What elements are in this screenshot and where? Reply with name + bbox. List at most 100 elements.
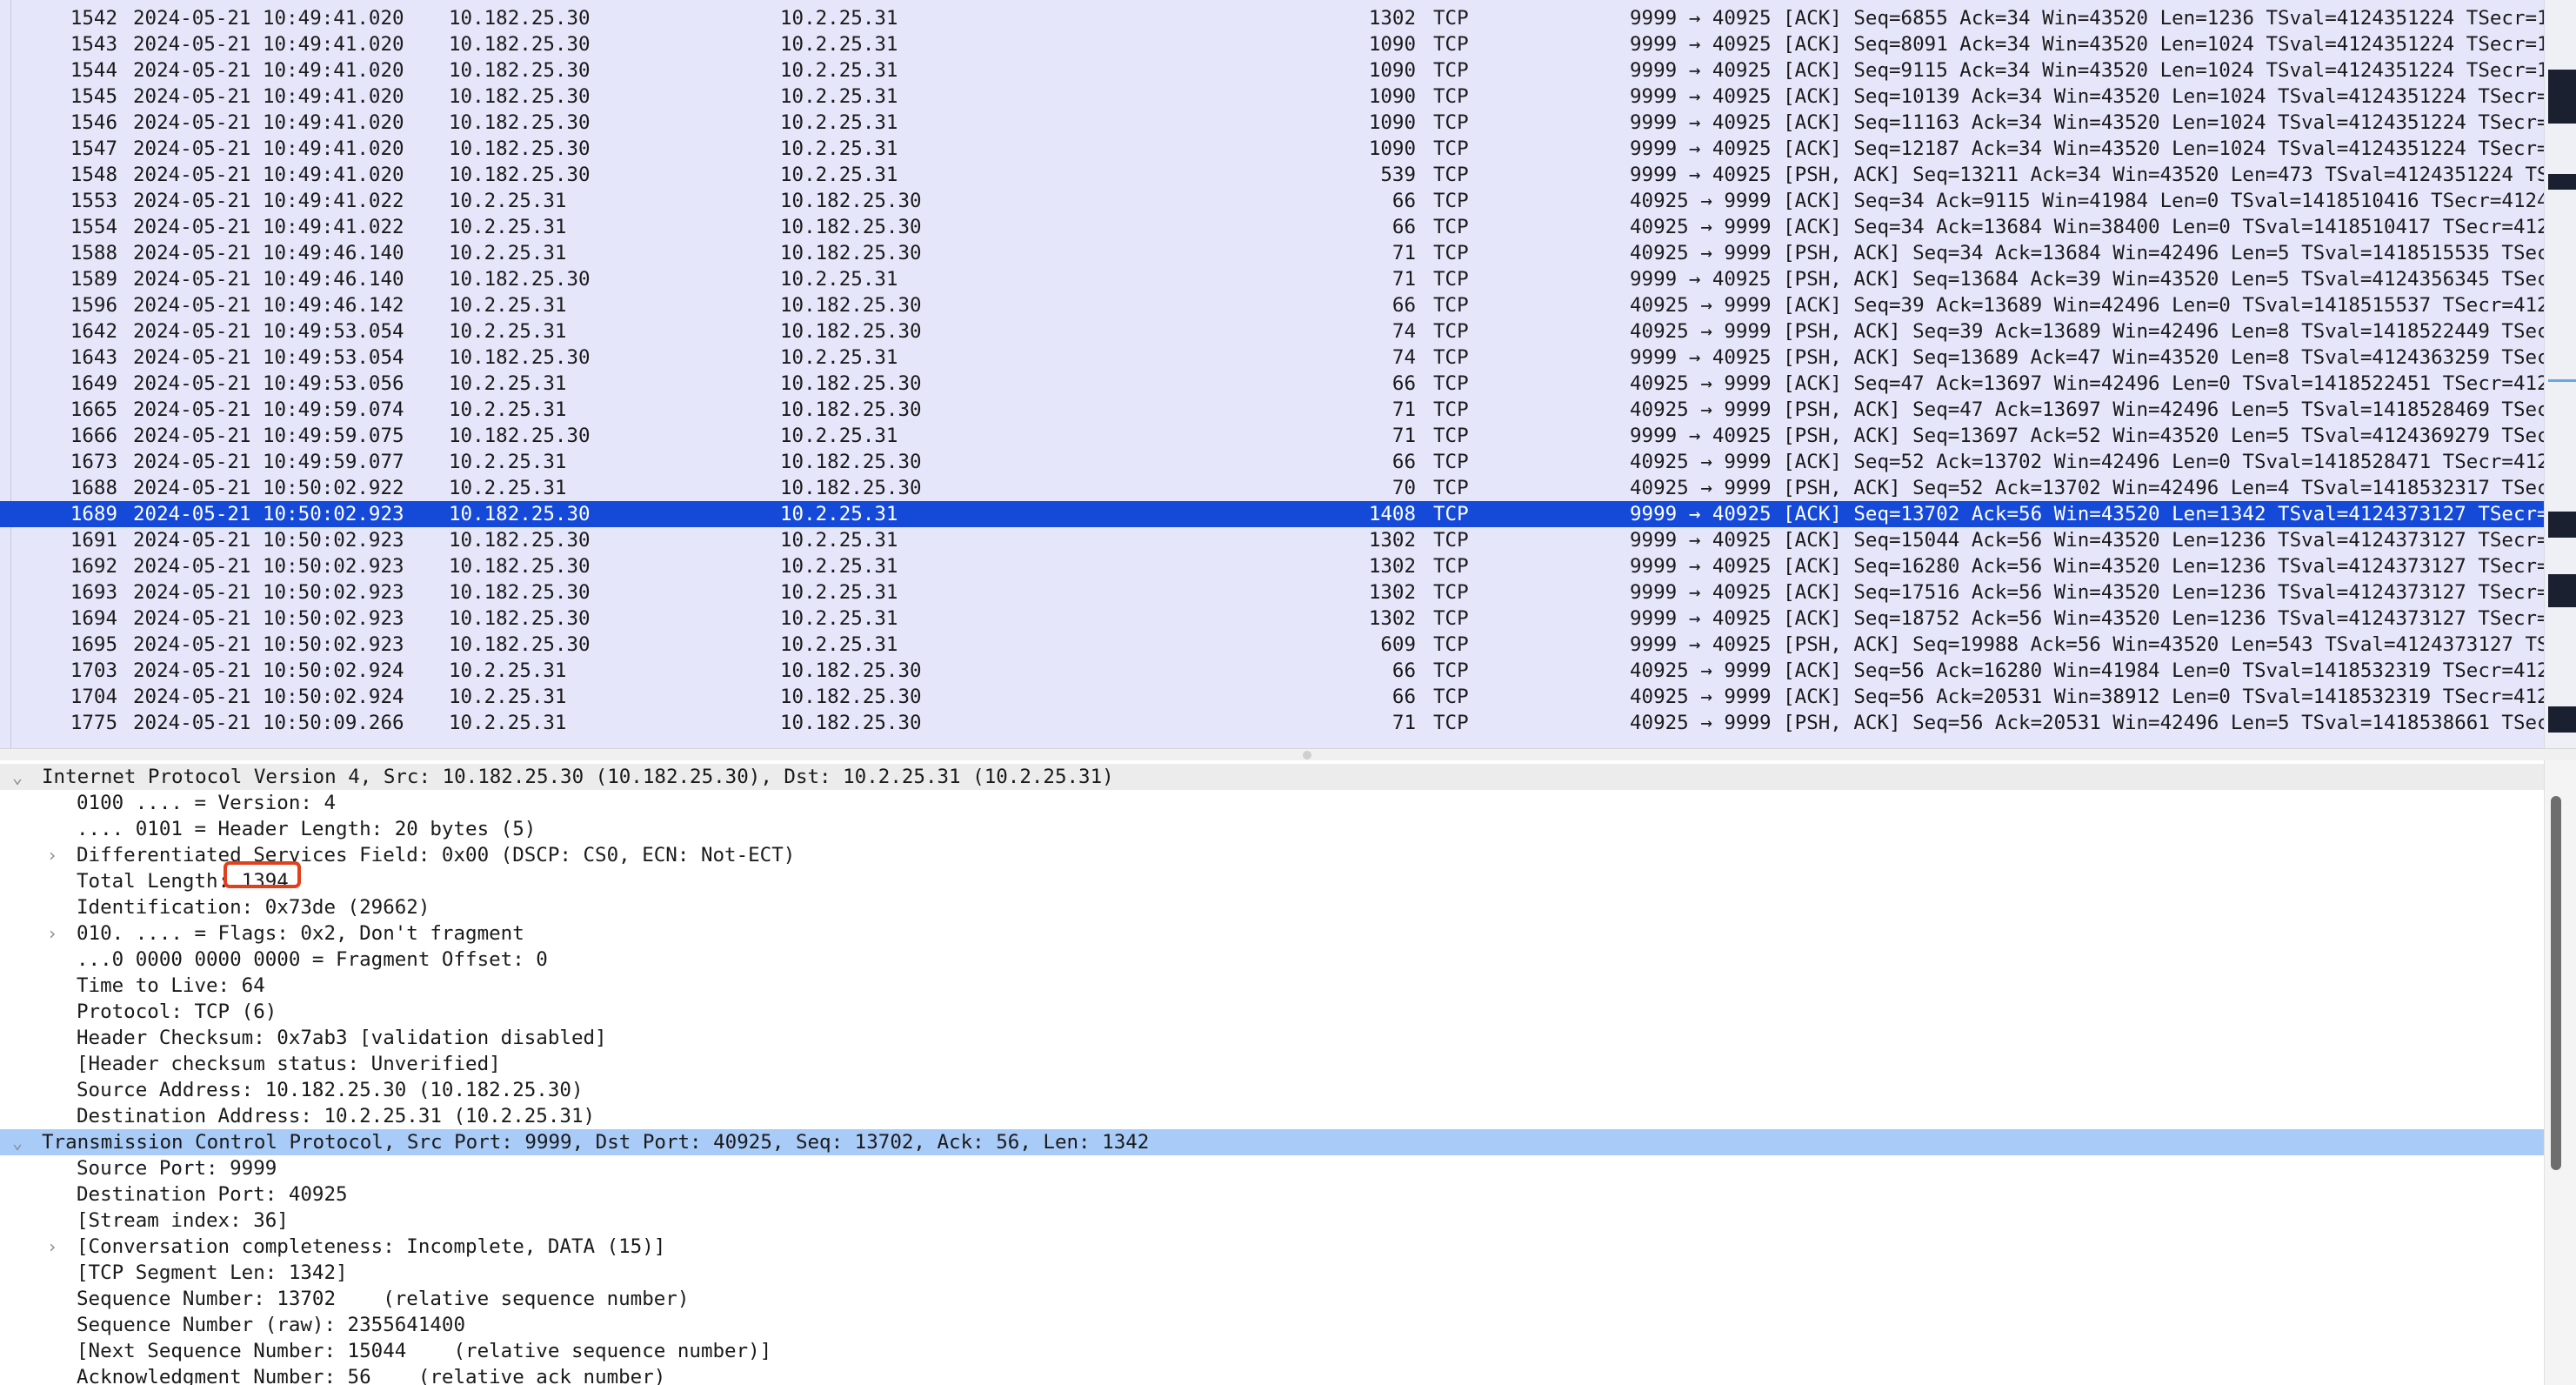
packet-no-cell: 1666 (70, 425, 117, 447)
packet-row[interactable]: 1544 2024-05-21 10:49:41.020 10.182.25.30 1… (0, 57, 2544, 84)
packet-no-cell: 1589 (70, 268, 117, 291)
packet-time-cell: 2024-05-21 10:49:41.020 (133, 111, 404, 134)
detail-row-tcp-conversation-completeness[interactable]: › [Conversation completeness: Incomplete,… (0, 1234, 2544, 1260)
detail-row-ip-ttl[interactable]: Time to Live: 64 (0, 973, 2544, 999)
packet-row[interactable]: 1692 2024-05-21 10:50:02.923 10.182.25.30 1… (0, 553, 2544, 579)
packet-len-cell: 1090 (1368, 137, 1416, 160)
packet-proto-cell: TCP (1433, 85, 1469, 108)
packet-row[interactable]: 1649 2024-05-21 10:49:53.056 10.2.25.31 10.… (0, 371, 2544, 397)
detail-row-ip-checksum[interactable]: Header Checksum: 0x7ab3 [validation disa… (0, 1025, 2544, 1051)
chevron-right-icon[interactable]: › (42, 920, 63, 947)
packet-info-cell: 9999 → 40925 [ACK] Seq=8091 Ack=34 Win=4… (1630, 33, 2544, 56)
detail-row-ip-version[interactable]: 0100 .... = Version: 4 (0, 790, 2544, 816)
packet-details-pane[interactable]: ⌄ Internet Protocol Version 4, Src: 10.18… (0, 760, 2576, 1385)
detail-row-ip-header[interactable]: ⌄ Internet Protocol Version 4, Src: 10.18… (0, 764, 2544, 790)
packet-dst-cell: 10.2.25.31 (780, 111, 898, 134)
packet-info-cell: 40925 → 9999 [ACK] Seq=34 Ack=13684 Win=… (1630, 216, 2544, 238)
packet-time-cell: 2024-05-21 10:49:46.140 (133, 268, 404, 291)
packet-row[interactable]: 1691 2024-05-21 10:50:02.923 10.182.25.30 1… (0, 527, 2544, 553)
detail-row-ip-destination-address[interactable]: Destination Address: 10.2.25.31 (10.2.25… (0, 1103, 2544, 1129)
packet-proto-cell: TCP (1433, 7, 1469, 30)
detail-row-ip-total-length[interactable]: Total Length: 1394 (0, 868, 2544, 894)
packet-dst-cell: 10.182.25.30 (780, 398, 922, 421)
chevron-down-icon[interactable]: ⌄ (7, 1129, 28, 1155)
packet-time-cell: 2024-05-21 10:50:02.922 (133, 477, 404, 499)
packet-list[interactable]: 1542 2024-05-21 10:49:41.020 10.182.25.30 1… (0, 0, 2576, 748)
packet-info-cell: 9999 → 40925 [PSH, ACK] Seq=13211 Ack=34… (1630, 164, 2544, 186)
packet-src-cell: 10.2.25.31 (449, 294, 567, 317)
detail-row-tcp-next-seq[interactable]: [Next Sequence Number: 15044 (relative s… (0, 1338, 2544, 1364)
packet-no-cell: 1543 (70, 33, 117, 56)
detail-text: 010. .... = Flags: 0x2, Don't fragment (77, 922, 524, 945)
packet-row[interactable]: 1589 2024-05-21 10:49:46.140 10.182.25.30 1… (0, 266, 2544, 292)
detail-row-tcp-destination-port[interactable]: Destination Port: 40925 (0, 1181, 2544, 1208)
packet-len-cell: 1090 (1368, 59, 1416, 82)
packet-proto-cell: TCP (1433, 294, 1469, 317)
packet-row[interactable]: 1695 2024-05-21 10:50:02.923 10.182.25.30 1… (0, 632, 2544, 658)
chevron-down-icon[interactable]: ⌄ (7, 764, 28, 790)
detail-row-tcp-ack[interactable]: Acknowledgment Number: 56 (relative ack … (0, 1364, 2544, 1385)
packet-dst-cell: 10.182.25.30 (780, 686, 922, 708)
packet-row-selected[interactable]: 1689 2024-05-21 10:50:02.923 10.182.25.30 1… (0, 501, 2544, 527)
detail-row-tcp-source-port[interactable]: Source Port: 9999 (0, 1155, 2544, 1181)
splitter-handle[interactable] (1303, 751, 1311, 759)
detail-row-ip-fragment-offset[interactable]: ...0 0000 0000 0000 = Fragment Offset: 0 (0, 947, 2544, 973)
detail-row-ip-checksum-status[interactable]: [Header checksum status: Unverified] (0, 1051, 2544, 1077)
packet-row[interactable]: 1694 2024-05-21 10:50:02.923 10.182.25.30 1… (0, 606, 2544, 632)
packet-row[interactable]: 1588 2024-05-21 10:49:46.140 10.2.25.31 10.… (0, 240, 2544, 266)
packet-row[interactable]: 1643 2024-05-21 10:49:53.054 10.182.25.30 1… (0, 345, 2544, 371)
packet-row[interactable]: 1688 2024-05-21 10:50:02.922 10.2.25.31 10.… (0, 475, 2544, 501)
detail-text: Source Port: 9999 (77, 1157, 277, 1180)
detail-text: [Conversation completeness: Incomplete, … (77, 1235, 666, 1258)
packet-row[interactable]: 1704 2024-05-21 10:50:02.924 10.2.25.31 10.… (0, 684, 2544, 710)
packet-row[interactable]: 1553 2024-05-21 10:49:41.022 10.2.25.31 10.… (0, 188, 2544, 214)
detail-row-tcp-header[interactable]: ⌄ Transmission Control Protocol, Src Port… (0, 1129, 2544, 1155)
packet-row[interactable]: 1673 2024-05-21 10:49:59.077 10.2.25.31 10.… (0, 449, 2544, 475)
details-scrollbar-thumb[interactable] (2551, 796, 2561, 1170)
packet-info-cell: 40925 → 9999 [PSH, ACK] Seq=39 Ack=13689… (1630, 320, 2544, 343)
packet-row[interactable]: 1545 2024-05-21 10:49:41.020 10.182.25.30 1… (0, 84, 2544, 110)
detail-row-tcp-stream-index[interactable]: [Stream index: 36] (0, 1208, 2544, 1234)
detail-row-ip-protocol[interactable]: Protocol: TCP (6) (0, 999, 2544, 1025)
detail-text: Internet Protocol Version 4, Src: 10.182… (42, 766, 1114, 788)
packet-src-cell: 10.182.25.30 (449, 33, 591, 56)
packet-row[interactable]: 1665 2024-05-21 10:49:59.074 10.2.25.31 10.… (0, 397, 2544, 423)
detail-text: ...0 0000 0000 0000 = Fragment Offset: 0 (77, 948, 548, 971)
packet-row[interactable]: 1548 2024-05-21 10:49:41.020 10.182.25.30 1… (0, 162, 2544, 188)
packet-row[interactable]: 1542 2024-05-21 10:49:41.020 10.182.25.30 1… (0, 5, 2544, 31)
packet-proto-cell: TCP (1433, 712, 1469, 734)
detail-text: [Next Sequence Number: 15044 (relative s… (77, 1340, 772, 1362)
packet-dst-cell: 10.182.25.30 (780, 659, 922, 682)
annotation-highlight-box (224, 861, 301, 888)
packet-row[interactable]: 1666 2024-05-21 10:49:59.075 10.182.25.30 1… (0, 423, 2544, 449)
packet-row[interactable]: 1546 2024-05-21 10:49:41.020 10.182.25.30 1… (0, 110, 2544, 136)
detail-row-tcp-segment-len[interactable]: [TCP Segment Len: 1342] (0, 1260, 2544, 1286)
packet-row[interactable]: 1775 2024-05-21 10:50:09.266 10.2.25.31 10.… (0, 710, 2544, 736)
chevron-right-icon[interactable]: › (42, 1234, 63, 1260)
packet-len-cell: 1302 (1368, 581, 1416, 604)
packet-row[interactable]: 1547 2024-05-21 10:49:41.020 10.182.25.30 1… (0, 136, 2544, 162)
packet-len-cell: 1302 (1368, 529, 1416, 552)
packet-row[interactable]: 1554 2024-05-21 10:49:41.022 10.2.25.31 10.… (0, 214, 2544, 240)
detail-row-ip-header-length[interactable]: .... 0101 = Header Length: 20 bytes (5) (0, 816, 2544, 842)
packet-info-cell: 9999 → 40925 [PSH, ACK] Seq=13684 Ack=39… (1630, 268, 2544, 291)
packet-time-cell: 2024-05-21 10:49:59.074 (133, 398, 404, 421)
chevron-right-icon[interactable]: › (42, 842, 63, 868)
detail-row-tcp-seq[interactable]: Sequence Number: 13702 (relative sequenc… (0, 1286, 2544, 1312)
detail-row-tcp-seq-raw[interactable]: Sequence Number (raw): 2355641400 (0, 1312, 2544, 1338)
detail-row-ip-source-address[interactable]: Source Address: 10.182.25.30 (10.182.25.… (0, 1077, 2544, 1103)
packet-proto-cell: TCP (1433, 242, 1469, 264)
packet-info-cell: 40925 → 9999 [PSH, ACK] Seq=56 Ack=20531… (1630, 712, 2544, 734)
packet-proto-cell: TCP (1433, 607, 1469, 630)
packet-row[interactable]: 1693 2024-05-21 10:50:02.923 10.182.25.30 1… (0, 579, 2544, 606)
detail-row-ip-identification[interactable]: Identification: 0x73de (29662) (0, 894, 2544, 920)
packet-row[interactable]: 1543 2024-05-21 10:49:41.020 10.182.25.30 1… (0, 31, 2544, 57)
detail-row-ip-dsfield[interactable]: › Differentiated Services Field: 0x00 (DS… (0, 842, 2544, 868)
packet-row[interactable]: 1703 2024-05-21 10:50:02.924 10.2.25.31 10.… (0, 658, 2544, 684)
packet-len-cell: 71 (1391, 268, 1416, 291)
packet-dst-cell: 10.2.25.31 (780, 164, 898, 186)
detail-row-ip-flags[interactable]: › 010. .... = Flags: 0x2, Don't fragment (0, 920, 2544, 947)
packet-row[interactable]: 1642 2024-05-21 10:49:53.054 10.2.25.31 10.… (0, 318, 2544, 345)
packet-info-cell: 9999 → 40925 [ACK] Seq=12187 Ack=34 Win=… (1630, 137, 2544, 160)
packet-row[interactable]: 1596 2024-05-21 10:49:46.142 10.2.25.31 10.… (0, 292, 2544, 318)
